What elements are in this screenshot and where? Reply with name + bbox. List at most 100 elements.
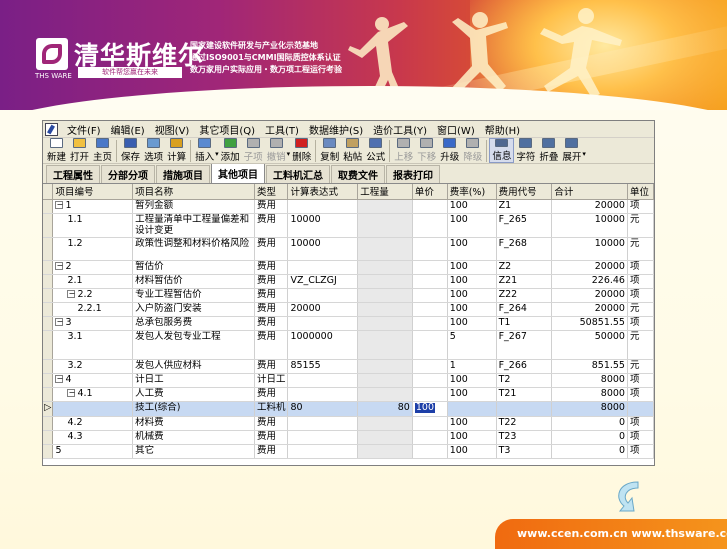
cell-type[interactable]: 费用 [254,237,289,261]
row-indicator[interactable] [43,387,54,402]
column-header-expression[interactable]: 计算表达式 [287,184,359,200]
cell-expr[interactable]: 10000 [287,213,359,238]
cell-qty[interactable] [357,274,413,289]
cell-fee-code[interactable]: F_265 [496,213,553,238]
toolbar-button-add[interactable]: 添加 [219,138,242,163]
cell-price[interactable] [412,274,448,289]
toolbar-button-move-up[interactable]: 上移 [392,138,415,163]
cell-fee-code[interactable]: F_267 [496,330,553,360]
cell-total[interactable]: 10000 [551,237,628,261]
cell-expr[interactable]: 85155 [287,359,359,374]
cell-qty[interactable] [357,416,413,431]
collapse-toggle-icon[interactable]: − [67,388,76,397]
tab-other-items[interactable]: 其他项目 [211,163,265,183]
cell-code[interactable]: 1.2 [52,237,134,261]
cell-expr[interactable] [287,316,359,331]
cell-rate[interactable]: 100 [447,237,497,261]
cell-price[interactable] [412,288,448,303]
cell-type[interactable]: 计日工 [254,373,289,388]
cell-unit[interactable]: 项 [627,444,654,459]
cell-type[interactable]: 费用 [254,387,289,402]
toolbar-button-delete-x[interactable]: 删除 [290,138,313,163]
table-row[interactable]: −4 计日工 计日工 100 T2 8000 项 [43,373,654,388]
row-indicator[interactable] [43,316,54,331]
cell-unit[interactable]: 元 [627,359,654,374]
cell-qty[interactable] [357,213,413,238]
cell-unit[interactable]: 项 [627,199,654,214]
cell-fee-code[interactable]: T22 [496,416,553,431]
column-header-rate[interactable]: 费率(%) [447,184,497,200]
cell-unit[interactable]: 项 [627,316,654,331]
cell-rate[interactable]: 100 [447,274,497,289]
tab-materials-summary[interactable]: 工料机汇总 [266,165,330,183]
cell-name[interactable]: 暂估价 [132,260,255,275]
cell-fee-code[interactable]: Z21 [496,274,553,289]
cell-name[interactable]: 发包人供应材料 [132,359,255,374]
dropdown-arrow-icon[interactable]: ▾ [582,150,586,158]
cell-code[interactable]: −1 [52,199,134,214]
toolbar-button-sub-item[interactable]: 子项 [242,138,265,163]
cell-qty[interactable] [357,444,413,459]
table-row[interactable]: 3.2 发包人供应材料 费用 85155 1 F_266 851.55 元 [43,359,654,374]
toolbar-button-upgrade-arrow[interactable]: 升级 [438,138,461,163]
cell-unit[interactable]: 项 [627,430,654,445]
table-row[interactable]: −2.2 专业工程暂估价 费用 100 Z22 20000 项 [43,288,654,303]
back-arrow-icon[interactable] [612,478,646,514]
cell-unit[interactable]: 元 [627,302,654,317]
cell-name[interactable]: 材料费 [132,416,255,431]
collapse-toggle-icon[interactable]: − [55,374,64,383]
tab-sub-items[interactable]: 分部分项 [101,165,155,183]
cell-fee-code[interactable]: T2 [496,373,553,388]
table-row[interactable]: 4.3 机械费 费用 100 T23 0 项 [43,430,654,445]
column-header-quantity[interactable]: 工程量 [357,184,413,200]
cell-price[interactable] [412,387,448,402]
cell-expr[interactable] [287,387,359,402]
menu-other-items[interactable]: 其它项目(Q) [194,122,260,137]
row-indicator[interactable] [43,416,54,431]
cell-code[interactable]: 4.2 [52,416,134,431]
cell-expr[interactable] [287,416,359,431]
cell-total[interactable]: 0 [551,416,628,431]
table-row[interactable]: 5 其它 费用 100 T3 0 项 [43,444,654,459]
cell-expr[interactable]: 80 [287,401,359,417]
cell-name[interactable]: 技工(综合) [132,401,255,417]
cell-code[interactable]: −4.1 [52,387,134,402]
cell-code[interactable]: −4 [52,373,134,388]
cell-code[interactable] [52,401,134,417]
cell-total[interactable]: 20000 [551,260,628,275]
cell-fee-code[interactable] [496,401,553,417]
cell-total[interactable]: 20000 [551,302,628,317]
cell-expr[interactable] [287,260,359,275]
table-row[interactable]: −2 暂估价 费用 100 Z2 20000 项 [43,260,654,275]
cell-code[interactable]: 1.1 [52,213,134,238]
cell-price[interactable] [412,416,448,431]
menu-tools[interactable]: 工具(T) [260,122,304,137]
column-header-price[interactable]: 单价 [412,184,448,200]
cell-code[interactable]: 5 [52,444,134,459]
cell-unit[interactable]: 元 [627,213,654,238]
cell-type[interactable]: 费用 [254,430,289,445]
cell-code[interactable]: 2.1 [52,274,134,289]
cell-price[interactable] [412,444,448,459]
table-row[interactable]: 3.1 发包人发包专业工程 费用 1000000 5 F_267 50000 元 [43,330,654,360]
toolbar-button-paste[interactable]: 粘帖 [341,138,364,163]
toolbar-button-save-disk[interactable]: 保存 [119,138,142,163]
cell-type[interactable]: 费用 [254,199,289,214]
cell-type[interactable]: 费用 [254,416,289,431]
cell-price[interactable] [412,237,448,261]
cell-qty[interactable]: 80 [357,401,413,417]
menu-cost-tools[interactable]: 造价工具(Y) [368,122,432,137]
column-header-type[interactable]: 类型 [254,184,289,200]
cell-price[interactable] [412,430,448,445]
cell-qty[interactable] [357,199,413,214]
menu-window[interactable]: 窗口(W) [432,122,480,137]
cell-total[interactable]: 8000 [551,373,628,388]
cell-rate[interactable]: 5 [447,330,497,360]
cell-expr[interactable]: 1000000 [287,330,359,360]
cell-qty[interactable] [357,359,413,374]
cell-fee-code[interactable]: F_264 [496,302,553,317]
collapse-toggle-icon[interactable]: − [55,200,64,209]
row-indicator[interactable] [43,237,54,261]
cell-qty[interactable] [357,316,413,331]
cell-code[interactable]: 3.2 [52,359,134,374]
